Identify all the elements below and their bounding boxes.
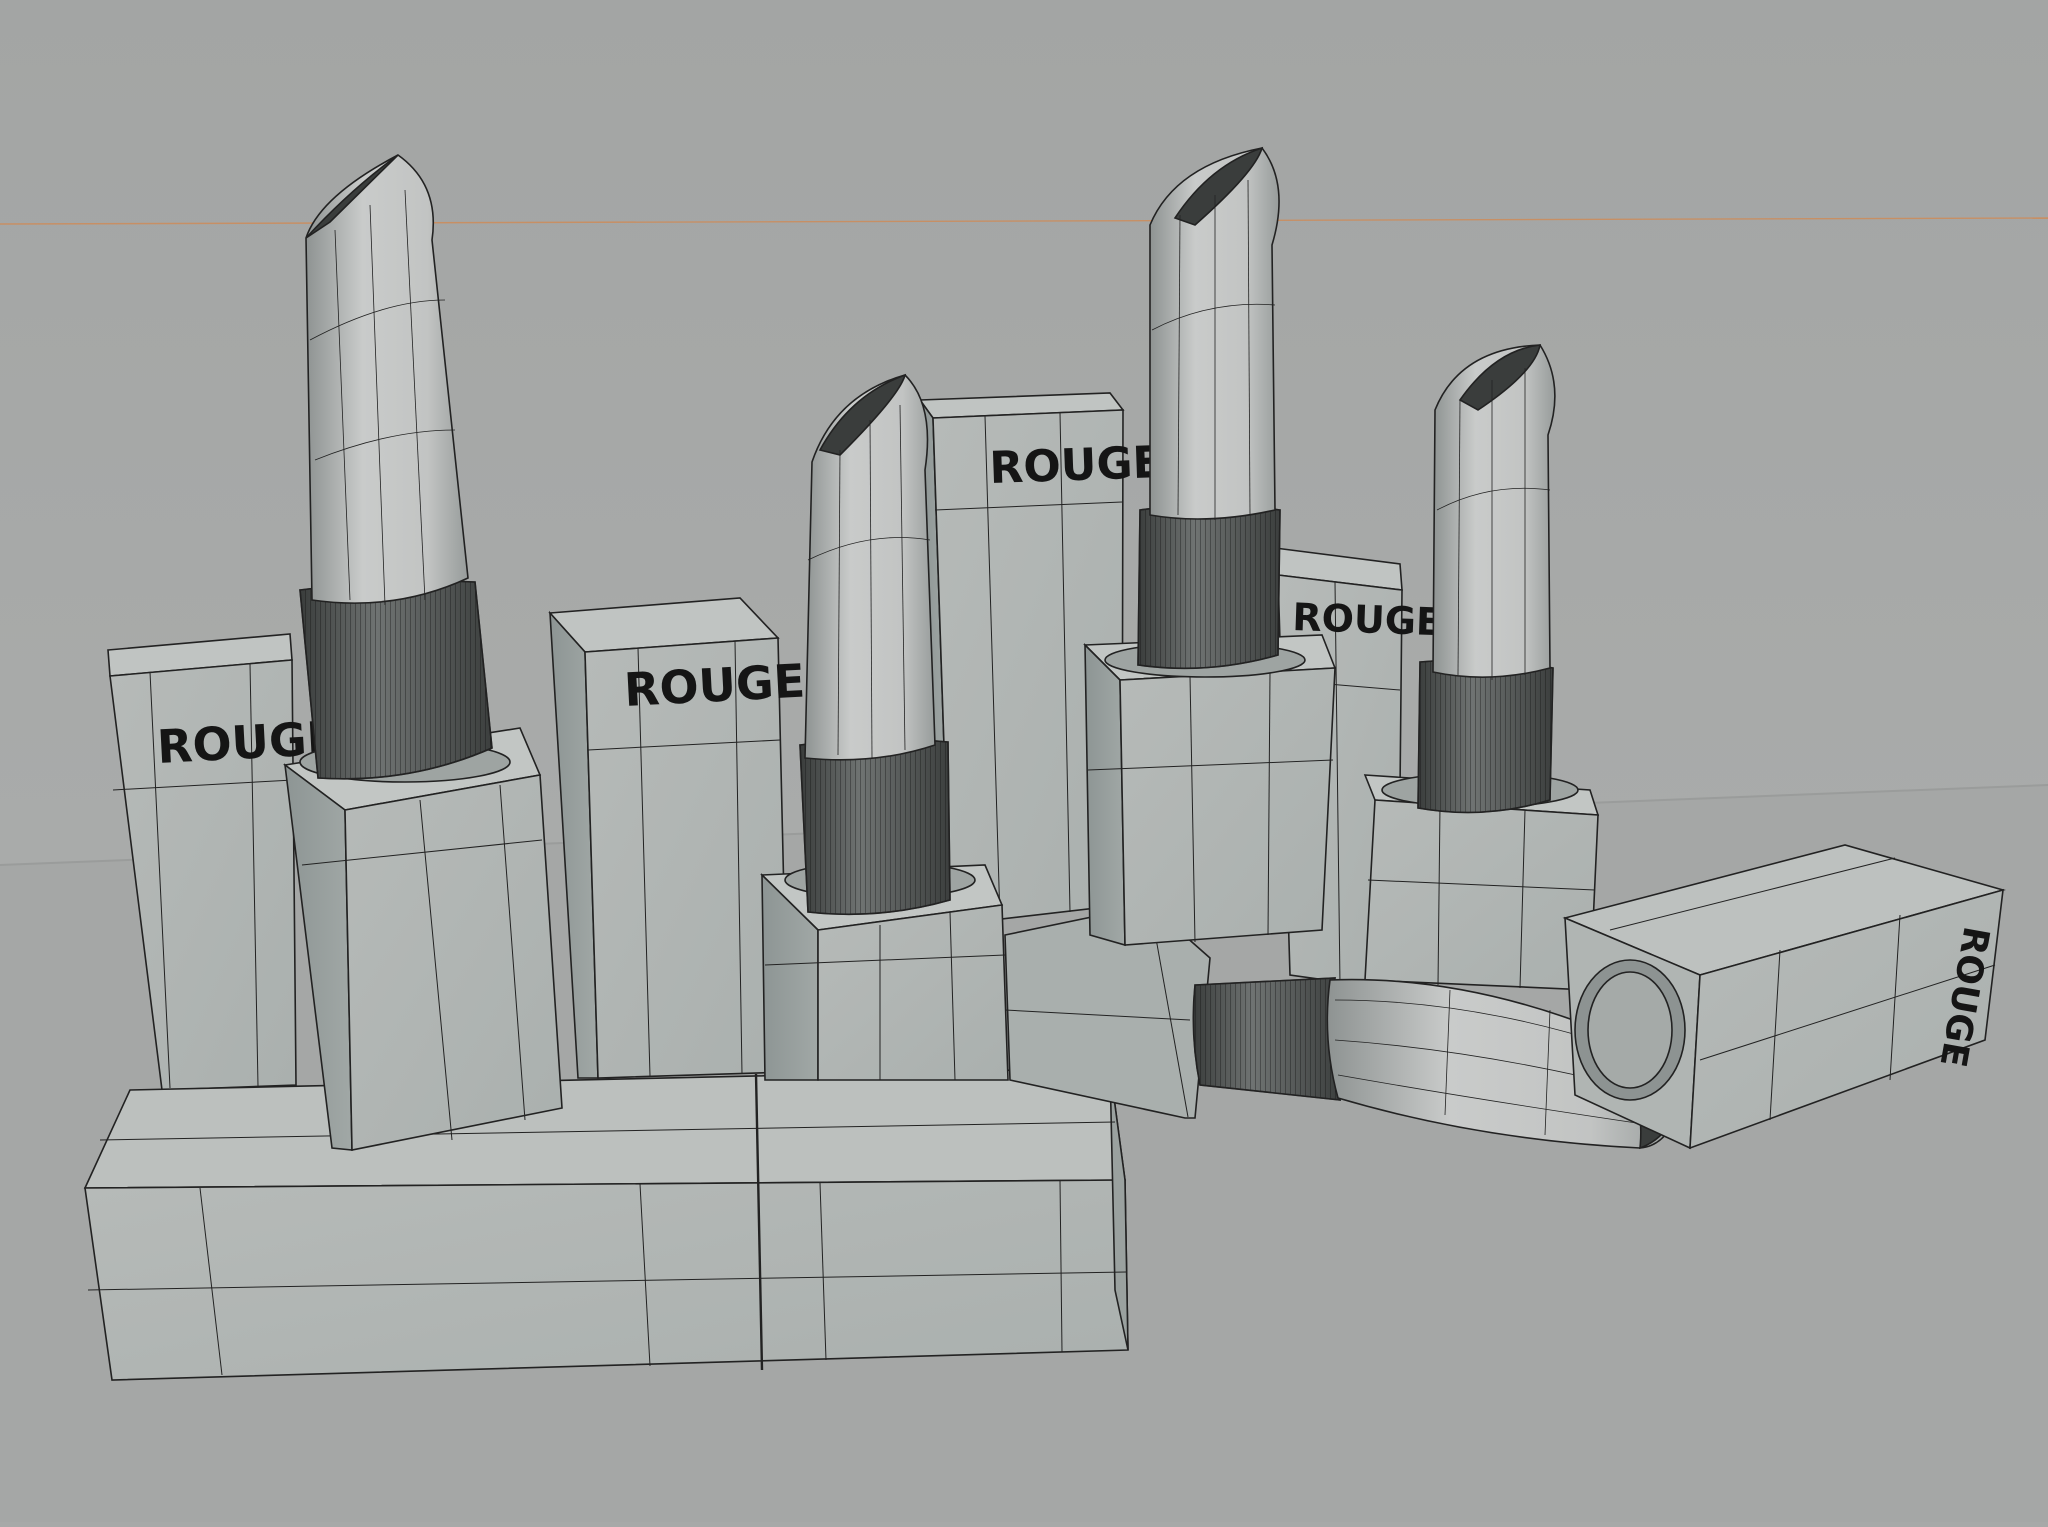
brand-label-3: ROUGE — [989, 437, 1164, 494]
lying-cap-box-front — [83, 1067, 1129, 1381]
3d-viewport[interactable]: ROUGE ROUGE ROUGE ROUGE ROUGE — [0, 0, 2048, 1522]
brand-label-2: ROUGE — [623, 654, 807, 717]
lipstick-scene: ROUGE ROUGE ROUGE ROUGE ROUGE — [0, 0, 2048, 1522]
